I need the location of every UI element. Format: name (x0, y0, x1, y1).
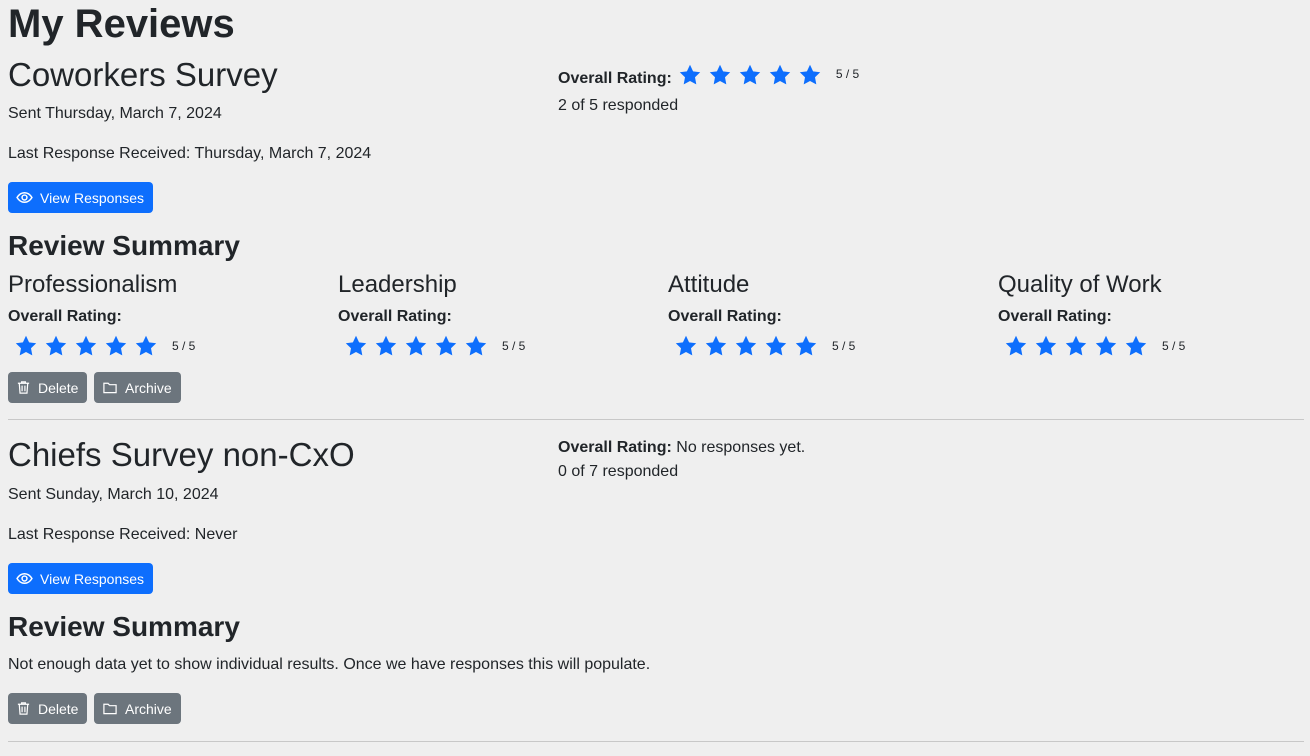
category-title: Leadership (338, 271, 457, 298)
review-summary-heading: Review Summary (8, 611, 240, 642)
category-score: 5 / 5 (502, 339, 526, 353)
star-icon (75, 335, 97, 356)
eye-icon (16, 191, 33, 204)
category-score: 5 / 5 (832, 339, 856, 353)
star-icon (465, 335, 487, 356)
overall-rating-label: Overall Rating: (558, 70, 672, 87)
star-icon (1125, 335, 1147, 356)
divider (8, 741, 1304, 742)
archive-button[interactable]: Archive (94, 693, 181, 724)
overall-rating-label: Overall Rating: (558, 439, 672, 456)
star-icon (15, 335, 37, 356)
star-icon (799, 64, 821, 85)
star-rating: 5 / 5 (14, 334, 195, 358)
star-icon (735, 335, 757, 356)
star-rating: 5 / 5 (344, 334, 525, 358)
star-rating (678, 63, 828, 87)
last-response: Last Response Received: Never (8, 526, 238, 543)
responded-count: 2 of 5 responded (558, 97, 679, 114)
category-score: 5 / 5 (1162, 339, 1186, 353)
category-score: 5 / 5 (172, 339, 196, 353)
category-rating-label: Overall Rating: (998, 308, 1112, 325)
view-responses-label: View Responses (40, 570, 145, 587)
star-icon (1005, 335, 1027, 356)
view-responses-label: View Responses (40, 189, 145, 206)
category-quality-of-work: Quality of Work Overall Rating: 5 / 5 (998, 270, 1185, 358)
overall-score: 5 / 5 (835, 67, 860, 81)
sent-date: Sent Thursday, March 7, 2024 (8, 105, 222, 122)
folder-icon (103, 382, 117, 394)
trash-icon (17, 702, 30, 715)
star-icon (375, 335, 397, 356)
category-rating-label: Overall Rating: (338, 308, 452, 325)
archive-label: Archive (125, 379, 172, 396)
star-rating: 5 / 5 (1004, 334, 1185, 358)
star-icon (679, 64, 701, 85)
category-rating-label: Overall Rating: (8, 308, 122, 325)
archive-button[interactable]: Archive (94, 372, 181, 403)
view-responses-button[interactable]: View Responses (8, 563, 154, 594)
star-icon (1065, 335, 1087, 356)
folder-icon (103, 703, 117, 715)
delete-label: Delete (38, 379, 79, 396)
overall-rating: Overall Rating: 5 / 5 (558, 63, 859, 87)
view-responses-button[interactable]: View Responses (8, 182, 154, 213)
star-icon (105, 335, 127, 356)
star-icon (405, 335, 427, 356)
category-title: Quality of Work (998, 271, 1162, 298)
overall-rating-value: No responses yet. (676, 439, 806, 456)
star-icon (709, 64, 731, 85)
star-icon (739, 64, 761, 85)
star-icon (45, 335, 67, 356)
survey-title: Coworkers Survey (8, 56, 278, 93)
eye-icon (16, 572, 33, 585)
overall-rating: Overall Rating: No responses yet. (558, 438, 805, 458)
star-icon (1095, 335, 1117, 356)
delete-label: Delete (38, 700, 79, 717)
star-icon (435, 335, 457, 356)
divider (8, 419, 1304, 420)
star-icon (705, 335, 727, 356)
category-title: Professionalism (8, 271, 178, 298)
sent-date: Sent Sunday, March 10, 2024 (8, 486, 219, 503)
page-title: My Reviews (8, 2, 235, 46)
star-icon (765, 335, 787, 356)
review-summary-heading: Review Summary (8, 230, 240, 261)
category-title: Attitude (668, 271, 750, 298)
last-response: Last Response Received: Thursday, March … (8, 145, 372, 162)
archive-label: Archive (125, 700, 172, 717)
star-icon (135, 335, 157, 356)
trash-icon (17, 381, 30, 394)
star-icon (345, 335, 367, 356)
category-leadership: Leadership Overall Rating: 5 / 5 (338, 270, 525, 358)
summary-note: Not enough data yet to show individual r… (8, 656, 651, 673)
star-icon (675, 335, 697, 356)
star-icon (795, 335, 817, 356)
star-rating: 5 / 5 (674, 334, 855, 358)
category-professionalism: Professionalism Overall Rating: 5 / 5 (8, 270, 195, 358)
responded-count: 0 of 7 responded (558, 463, 679, 480)
star-icon (769, 64, 791, 85)
star-icon (1035, 335, 1057, 356)
category-rating-label: Overall Rating: (668, 308, 782, 325)
category-attitude: Attitude Overall Rating: 5 / 5 (668, 270, 855, 358)
delete-button[interactable]: Delete (8, 693, 88, 724)
survey-title: Chiefs Survey non-CxO (8, 436, 355, 473)
delete-button[interactable]: Delete (8, 372, 88, 403)
